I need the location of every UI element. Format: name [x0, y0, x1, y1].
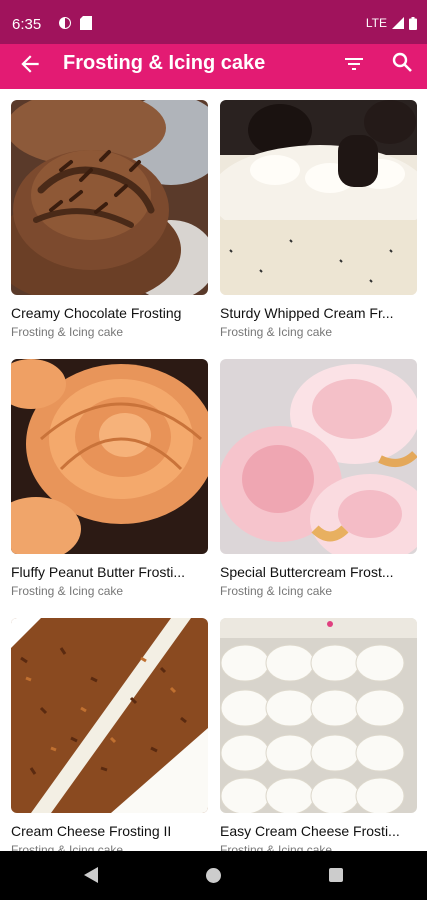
recipe-image-buttercream[interactable] — [220, 359, 417, 554]
recipe-card[interactable]: Easy Cream Cheese Frosti... Frosting & I… — [220, 618, 417, 851]
recipe-category: Frosting & Icing cake — [11, 584, 124, 598]
recipe-card[interactable]: Creamy Chocolate Frosting Frosting & Ici… — [11, 100, 208, 339]
notification-icons — [58, 16, 92, 30]
recipe-category: Frosting & Icing cake — [220, 584, 333, 598]
recipe-category: Frosting & Icing cake — [11, 325, 124, 339]
recipe-card[interactable]: Sturdy Whipped Cream Fr... Frosting & Ic… — [220, 100, 417, 339]
recipe-grid: Creamy Chocolate Frosting Frosting & Ici… — [0, 89, 427, 851]
nav-home-icon[interactable] — [206, 868, 221, 883]
app-bar: Frosting & Icing cake — [0, 44, 427, 89]
recipe-card[interactable]: Fluffy Peanut Butter Frosti... Frosting … — [11, 359, 208, 598]
system-nav-bar — [0, 851, 427, 900]
recipe-title: Easy Cream Cheese Frosti... — [220, 823, 400, 839]
recipe-title: Special Buttercream Frost... — [220, 564, 394, 580]
signal-icon — [392, 17, 404, 29]
page-title: Frosting & Icing cake — [63, 52, 266, 74]
recipe-card[interactable]: Cream Cheese Frosting II Frosting & Icin… — [11, 618, 208, 851]
recipe-category: Frosting & Icing cake — [11, 843, 124, 851]
recipe-image-whipped-cream[interactable] — [220, 100, 417, 295]
network-type: LTE — [365, 16, 387, 30]
recipe-image-peanut-butter[interactable] — [11, 359, 208, 554]
battery-icon — [409, 16, 417, 30]
filter-icon[interactable] — [342, 52, 366, 76]
status-time: 6:35 — [12, 16, 42, 33]
back-arrow-icon[interactable] — [17, 51, 43, 77]
notification-icon — [59, 17, 71, 29]
recipe-title: Fluffy Peanut Butter Frosti... — [11, 564, 186, 580]
recipe-category: Frosting & Icing cake — [220, 325, 333, 339]
status-right: LTE — [366, 16, 417, 30]
sd-card-icon — [80, 16, 92, 30]
recipe-category: Frosting & Icing cake — [220, 843, 333, 851]
nav-recents-icon[interactable] — [329, 868, 343, 882]
recipe-title: Creamy Chocolate Frosting — [11, 305, 182, 321]
nav-back-icon[interactable] — [84, 867, 98, 883]
recipe-title: Sturdy Whipped Cream Fr... — [220, 305, 394, 321]
recipe-image-chocolate-frosting[interactable] — [11, 100, 208, 295]
recipe-image-cream-cheese-frosting[interactable] — [11, 618, 208, 813]
recipe-image-easy-cream-cheese[interactable] — [220, 618, 417, 813]
recipe-card[interactable]: Special Buttercream Frost... Frosting & … — [220, 359, 417, 598]
search-icon[interactable] — [390, 50, 414, 74]
recipe-title: Cream Cheese Frosting II — [11, 823, 172, 839]
